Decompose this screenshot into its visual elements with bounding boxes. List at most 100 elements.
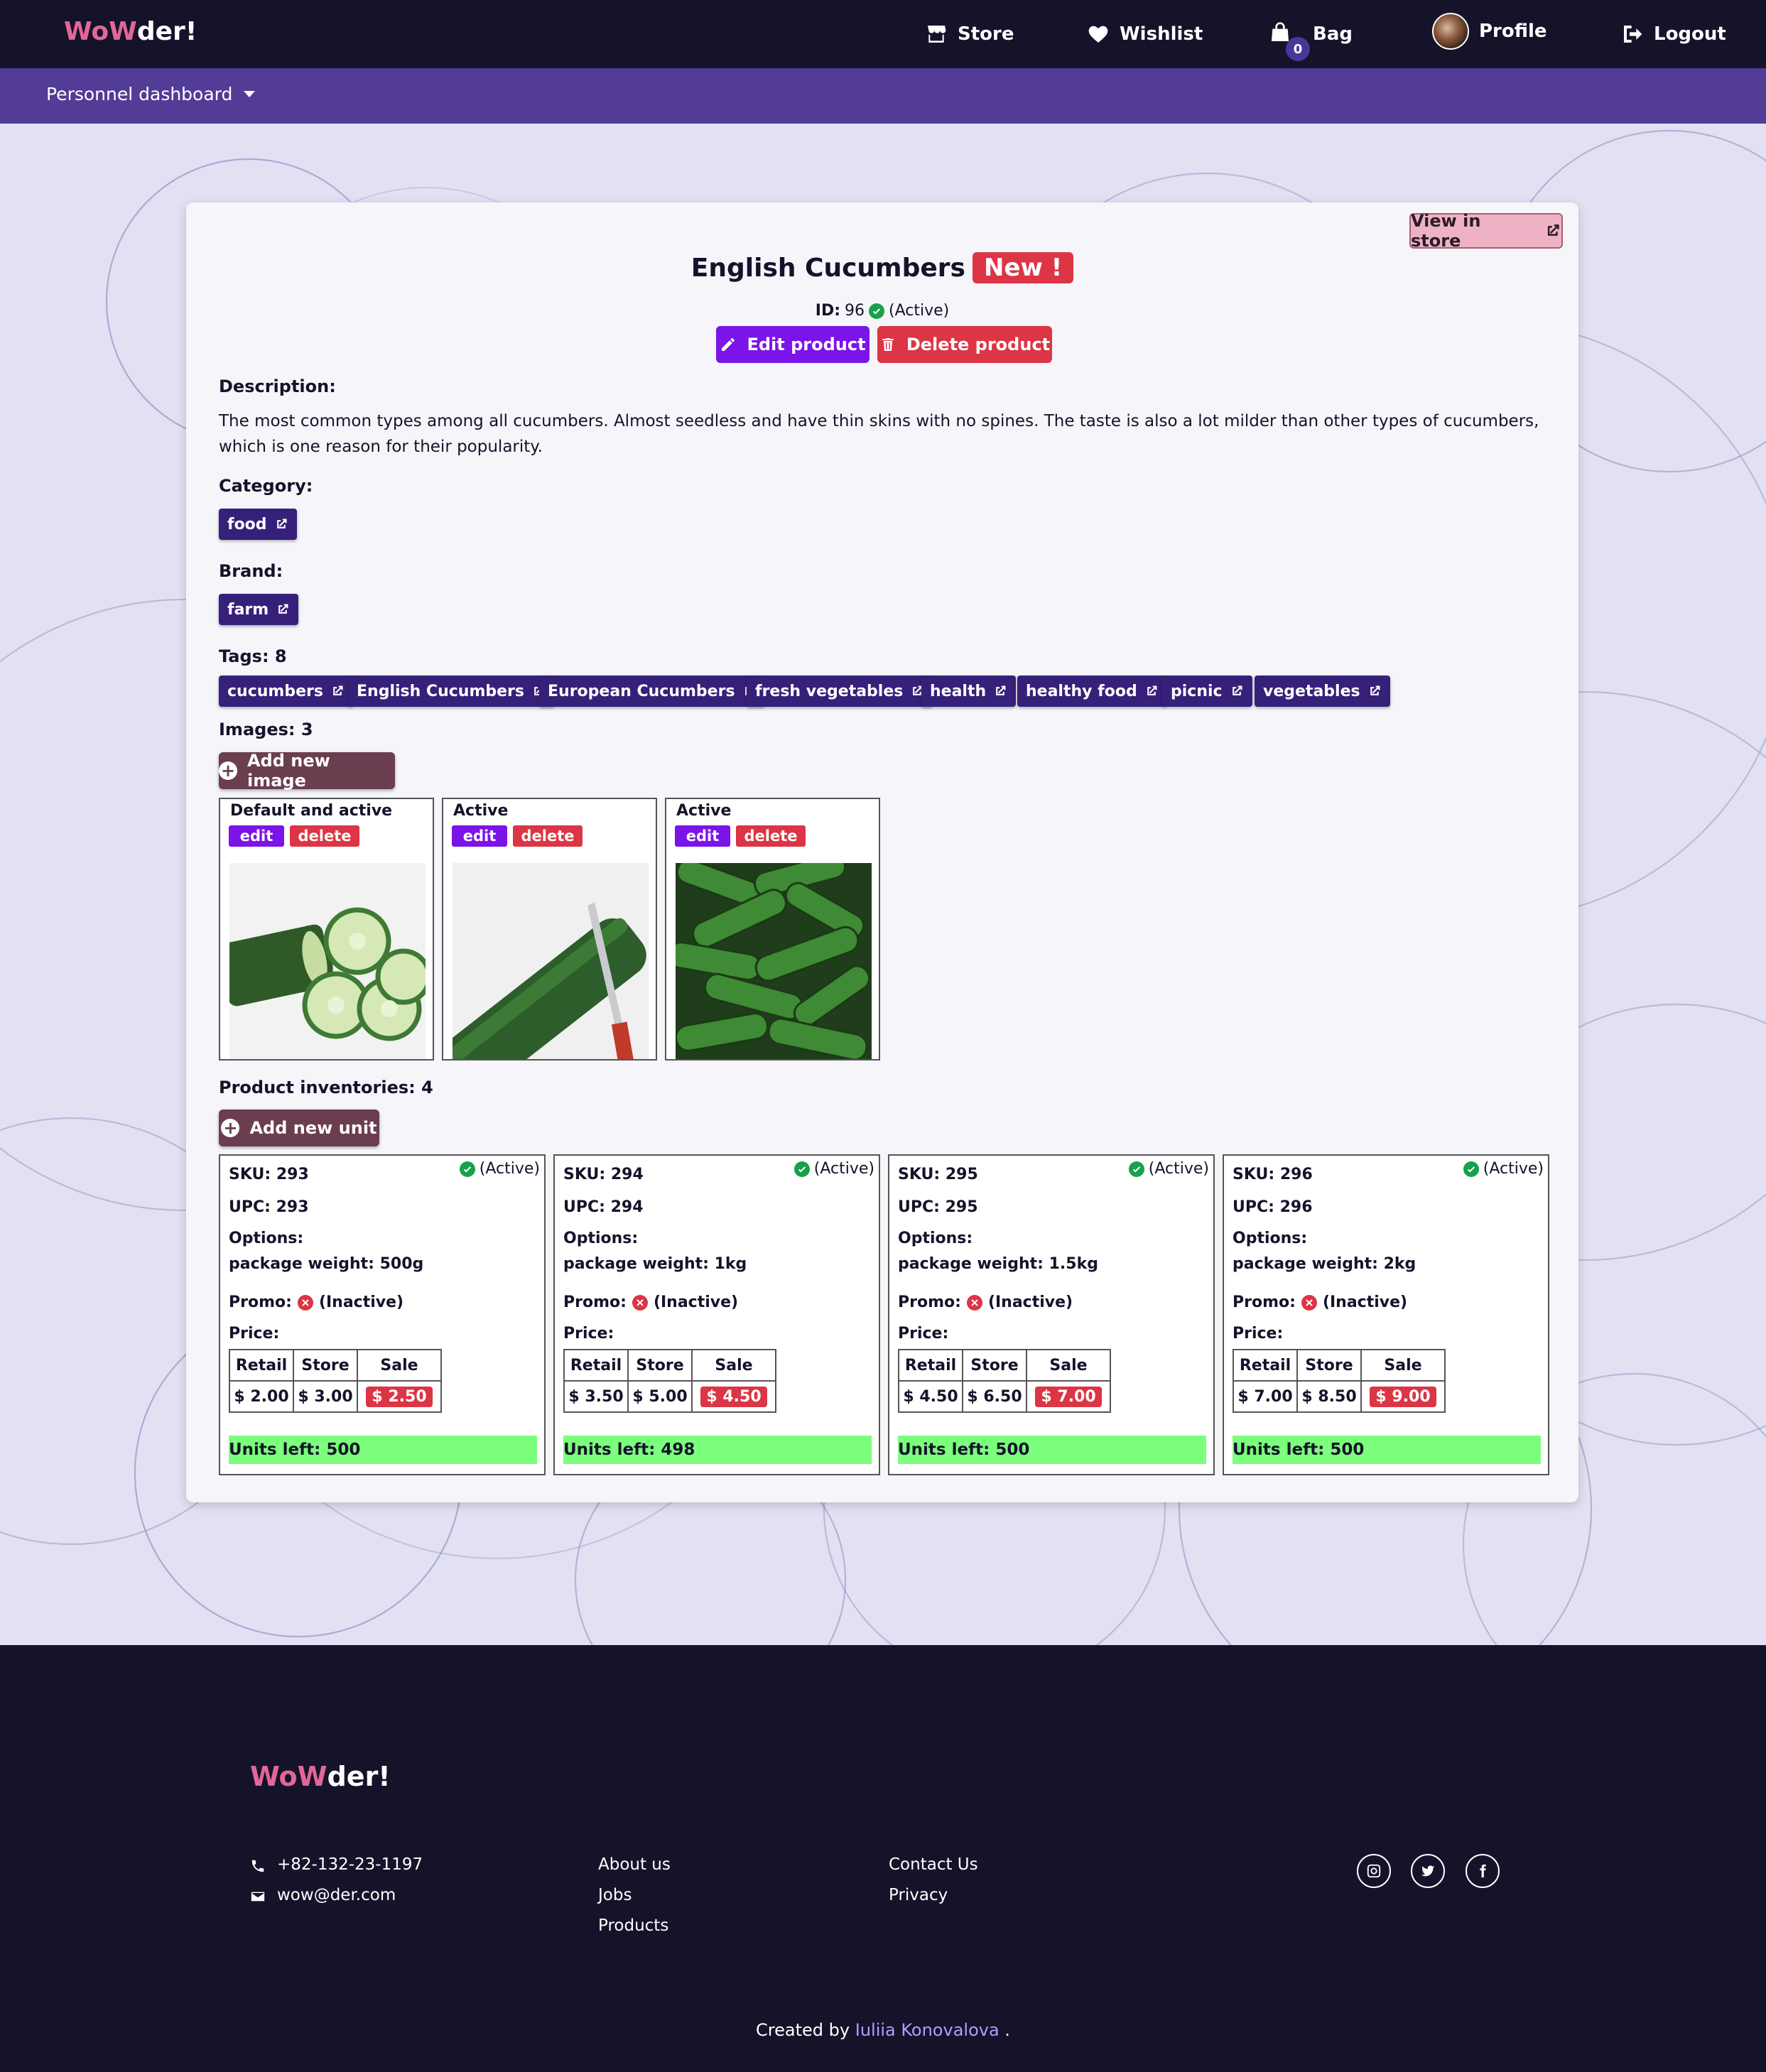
inventory-status-label: (Active): [479, 1160, 540, 1178]
footer-phone: +82-132-23-1197: [277, 1855, 423, 1874]
nav-store[interactable]: Store: [925, 18, 1014, 50]
inventory-card: (Active) SKU: 295 UPC: 295 Options: pack…: [888, 1154, 1215, 1475]
retail-header: Retail: [229, 1349, 294, 1382]
tag-label: healthy food: [1026, 682, 1137, 700]
tags-label: Tags: 8: [219, 646, 287, 666]
external-link-icon: [1370, 685, 1380, 695]
sale-cell: $ 7.00: [1026, 1380, 1111, 1413]
tag-item[interactable]: fresh vegetables: [747, 676, 933, 707]
tag-label: European Cucumbers: [548, 682, 735, 700]
image-edit-button[interactable]: edit: [675, 825, 730, 847]
external-link-icon: [1232, 685, 1242, 695]
tag-label: health: [930, 682, 987, 700]
nav-bag[interactable]: 0 Bag: [1269, 18, 1353, 61]
nav-bag-label: Bag: [1313, 23, 1353, 45]
price-table: Retail Store Sale $ 3.50 $ 5.00 $ 4.50: [563, 1349, 776, 1413]
view-in-store-button[interactable]: View in store: [1409, 211, 1563, 251]
store-icon: [928, 26, 946, 43]
footer-logo[interactable]: WoWder!: [250, 1761, 391, 1792]
inventory-status-label: (Active): [1148, 1160, 1209, 1178]
category-value: food: [227, 515, 267, 533]
promo-label: Promo:: [229, 1293, 292, 1311]
credit-author-link[interactable]: Iuliia Konovalova: [855, 2020, 1000, 2040]
footer-link-jobs[interactable]: Jobs: [598, 1886, 632, 1904]
promo-status: (Inactive): [318, 1293, 404, 1311]
units-left: Units left: 498: [563, 1436, 872, 1464]
footer-link-about[interactable]: About us: [598, 1855, 671, 1874]
dropdown-label: Personnel dashboard: [46, 84, 233, 104]
external-link-icon: [276, 519, 287, 528]
sale-price: $ 2.50: [366, 1386, 433, 1407]
delete-product-label: Delete product: [906, 335, 1051, 354]
external-link-icon: [1548, 224, 1560, 236]
tag-item[interactable]: European Cucumbers: [539, 676, 765, 707]
twitter-button[interactable]: [1411, 1854, 1445, 1888]
upc-value: 294: [610, 1198, 644, 1216]
image-delete-button[interactable]: delete: [290, 825, 359, 847]
retail-price: $ 3.50: [563, 1380, 629, 1413]
nav-wishlist[interactable]: Wishlist: [1087, 18, 1203, 50]
image-edit-button[interactable]: edit: [452, 825, 507, 847]
credit-prefix: Created by: [756, 2020, 850, 2040]
pencil-icon: [722, 338, 735, 351]
plus-circle-icon: +: [221, 1119, 240, 1137]
caret-down-icon: [244, 91, 256, 97]
nav-profile[interactable]: Profile: [1432, 13, 1547, 50]
instagram-icon: [1367, 1864, 1381, 1878]
option-value: package weight: 2kg: [1233, 1255, 1416, 1273]
tag-item[interactable]: vegetables: [1255, 676, 1390, 707]
store-header: Store: [627, 1349, 693, 1382]
image-delete-button[interactable]: delete: [736, 825, 806, 847]
tag-item[interactable]: English Cucumbers: [348, 676, 554, 707]
delete-product-button[interactable]: Delete product: [877, 326, 1052, 363]
upc-label: UPC:: [898, 1198, 940, 1216]
brand-label: Brand:: [219, 561, 283, 581]
nav-logout[interactable]: Logout: [1621, 18, 1726, 50]
instagram-button[interactable]: [1357, 1854, 1391, 1888]
promo-status: (Inactive): [653, 1293, 739, 1311]
brand-tag[interactable]: farm: [219, 594, 299, 625]
upc-value: 296: [1279, 1198, 1313, 1216]
envelope-icon: [251, 1892, 265, 1902]
footer-credit: Created by Iuliia Konovalova .: [0, 2020, 1766, 2040]
tag-item[interactable]: health: [921, 676, 1017, 707]
image-delete-button[interactable]: delete: [513, 825, 583, 847]
image-card: Active edit delete: [442, 798, 657, 1061]
category-tag[interactable]: food: [219, 509, 297, 540]
add-new-unit-button[interactable]: + Add new unit: [219, 1110, 379, 1146]
image-status: Active: [453, 802, 509, 820]
footer-link-products[interactable]: Products: [598, 1916, 668, 1935]
options-label: Options:: [1233, 1230, 1308, 1247]
logo[interactable]: WoWder!: [64, 17, 197, 46]
tag-label: fresh vegetables: [755, 682, 904, 700]
check-circle-icon: [459, 1161, 475, 1177]
footer-link-privacy[interactable]: Privacy: [889, 1886, 948, 1904]
tag-item[interactable]: healthy food: [1017, 676, 1167, 707]
logout-icon: [1624, 26, 1642, 43]
promo-line: Promo: (Inactive): [229, 1293, 403, 1311]
retail-price: $ 4.50: [898, 1380, 963, 1413]
edit-product-button[interactable]: Edit product: [716, 326, 870, 363]
tag-item[interactable]: cucumbers: [219, 676, 353, 707]
add-new-image-button[interactable]: + Add new image: [219, 751, 395, 791]
plus-circle-icon: +: [219, 761, 237, 780]
inventory-status-label: (Active): [813, 1160, 874, 1178]
external-link-icon: [1147, 685, 1157, 695]
x-circle-icon: [1301, 1294, 1317, 1311]
price-label: Price:: [563, 1325, 614, 1343]
footer-link-contact[interactable]: Contact Us: [889, 1855, 978, 1874]
image-edit-button[interactable]: edit: [229, 825, 284, 847]
facebook-button[interactable]: [1466, 1854, 1500, 1888]
upc-value: 295: [945, 1198, 978, 1216]
nav-wishlist-label: Wishlist: [1120, 23, 1203, 45]
sku-line: SKU: 294: [563, 1166, 644, 1183]
tag-item[interactable]: picnic: [1162, 676, 1252, 707]
tag-label: vegetables: [1263, 682, 1360, 700]
upc-label: UPC:: [229, 1198, 271, 1216]
promo-status: (Inactive): [1322, 1293, 1408, 1311]
retail-header: Retail: [563, 1349, 629, 1382]
upc-line: UPC: 293: [229, 1198, 309, 1216]
nav-store-label: Store: [958, 23, 1014, 45]
external-link-icon: [996, 685, 1006, 695]
personnel-dashboard-dropdown[interactable]: Personnel dashboard: [46, 84, 256, 104]
